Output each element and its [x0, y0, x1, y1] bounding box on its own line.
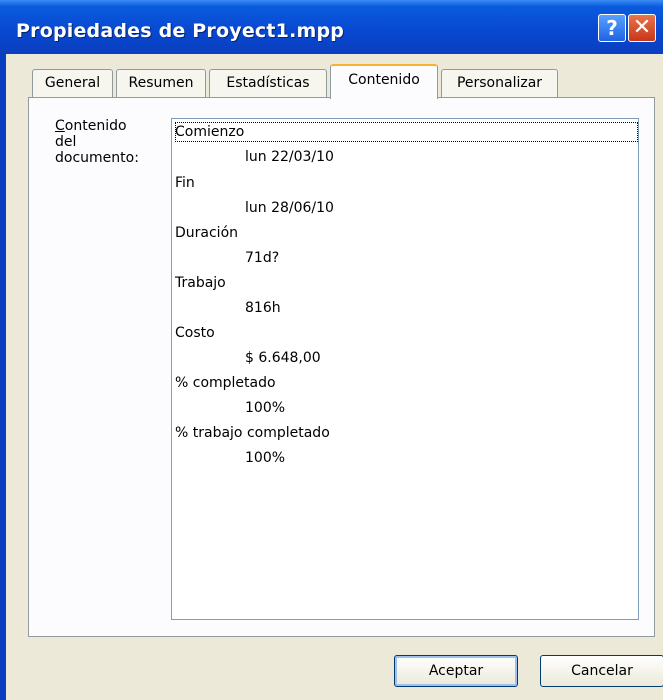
list-item-key: % completado: [175, 375, 276, 391]
list-item-value: 100%: [245, 450, 286, 466]
list-item-key: Fin: [175, 175, 195, 191]
document-contents-list[interactable]: Comienzo lun 22/03/10 Fin lun 28/06/10 D…: [171, 118, 639, 620]
tab-personalizar[interactable]: Personalizar: [441, 69, 558, 97]
list-item-value: 816h: [245, 300, 281, 316]
list-item-value: $ 6.648,00: [245, 350, 321, 366]
list-item-key: Costo: [175, 325, 215, 341]
tab-estadisticas[interactable]: Estadísticas: [209, 69, 327, 97]
focus-rectangle: [175, 122, 638, 142]
label-accelerator: C: [55, 118, 65, 134]
help-icon[interactable]: ?: [598, 14, 626, 42]
list-item-key: % trabajo completado: [175, 425, 330, 441]
label-line1: ontenido: [64, 118, 127, 134]
list-item-value: lun 28/06/10: [245, 200, 334, 216]
window-title: Propiedades de Proyect1.mpp: [16, 20, 345, 42]
label-line2: del: [55, 134, 77, 150]
label-line3: documento:: [55, 150, 139, 166]
list-item-value: lun 22/03/10: [245, 149, 334, 165]
tab-general[interactable]: General: [32, 69, 113, 97]
list-item-value: 71d?: [245, 250, 280, 266]
list-item-key: Trabajo: [175, 275, 226, 291]
list-item-value: 100%: [245, 400, 286, 416]
tab-panel-contenido: Contenido del documento: Comienzo lun 22…: [28, 97, 655, 637]
document-contents-label: Contenido del documento:: [55, 118, 165, 166]
list-item-key: Comienzo: [175, 124, 245, 140]
properties-dialog: Propiedades de Proyect1.mpp ? ✕ General …: [0, 0, 663, 700]
ok-button[interactable]: Aceptar: [394, 655, 518, 687]
tab-resumen[interactable]: Resumen: [116, 69, 206, 97]
cancel-button[interactable]: Cancelar: [540, 655, 663, 687]
title-bar[interactable]: Propiedades de Proyect1.mpp ? ✕: [0, 0, 663, 54]
tab-contenido[interactable]: Contenido: [330, 64, 438, 99]
list-item-key: Duración: [175, 225, 239, 241]
close-icon[interactable]: ✕: [628, 14, 656, 42]
